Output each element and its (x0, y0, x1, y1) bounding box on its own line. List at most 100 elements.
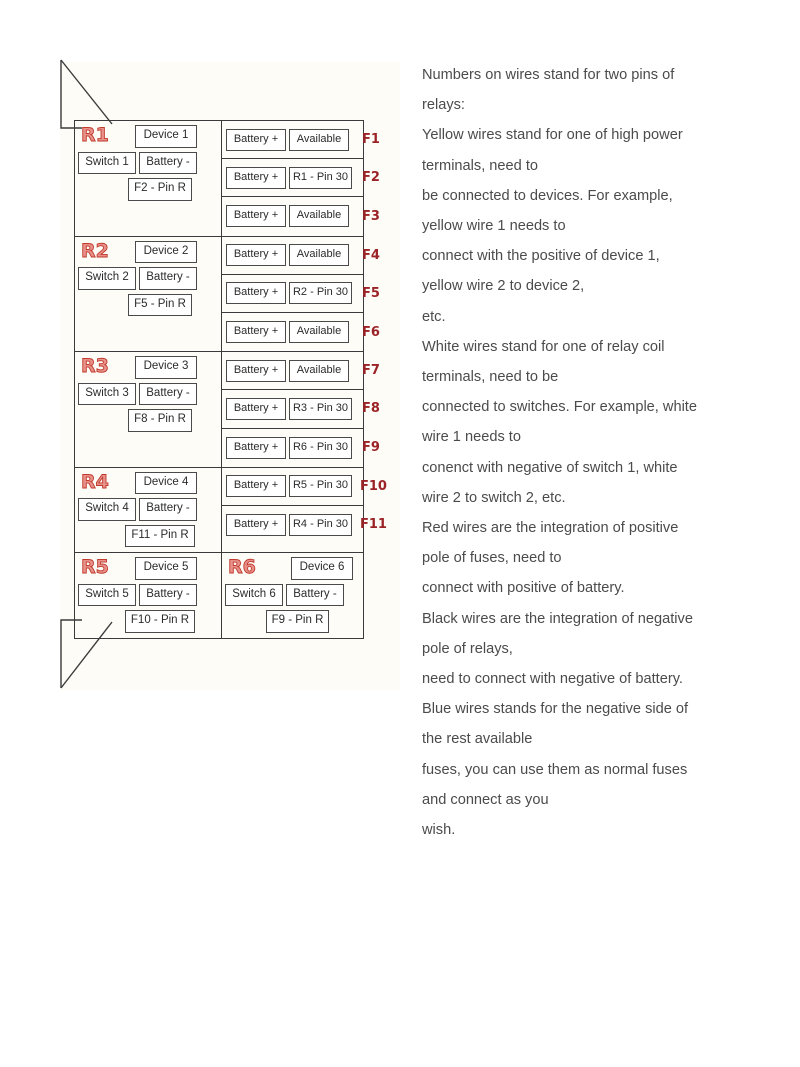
fuse-battery-box: Battery + (225, 166, 286, 189)
note-line: pole of fuses, need to (422, 550, 562, 567)
switch-box: Switch 3 (78, 382, 136, 406)
battery-neg-box: Battery - (139, 498, 197, 521)
fuse-stack-group-1: Battery + Available F1 Battery + R1 - Pi… (221, 121, 380, 236)
fuse-row: Battery + Available F7 (221, 352, 380, 391)
relay-card-r3: R3 Device 3 Switch 3 Battery - F8 - Pin … (75, 352, 222, 467)
relay-tag: R3 (81, 355, 110, 378)
note-line: Yellow wires stand for one of high power (422, 127, 683, 144)
note-line: White wires stand for one of relay coil (422, 338, 665, 355)
fuse-pin-box: F10 - Pin R (124, 610, 196, 633)
fuse-label: F11 (359, 517, 387, 533)
fuse-pin-box: F5 - Pin R (128, 293, 192, 317)
notes-panel: Numbers on wires stand for two pins of r… (422, 60, 762, 845)
fuse-target-box: Available (288, 359, 349, 382)
fuse-battery-box: Battery + (225, 205, 286, 228)
note-line: terminals, need to (422, 157, 539, 174)
fuse-stack-group-4: Battery + R5 - Pin 30 F10 Battery + R4 -… (221, 468, 387, 553)
fuse-target-box: Available (288, 321, 349, 344)
note-line: wish. (422, 822, 456, 839)
fuse-pin-box: F11 - Pin R (125, 524, 195, 548)
fuse-label: F4 (361, 247, 380, 263)
note-line: need to connect with negative of battery… (422, 671, 683, 688)
relay-card-r5: R5 Device 5 Switch 5 Battery - F10 - Pin… (75, 553, 222, 638)
fuse-battery-box: Battery + (225, 475, 286, 498)
switch-box: Switch 6 (224, 583, 283, 607)
fuse-row: Battery + R6 - Pin 30 F9 (222, 429, 380, 467)
fuse-row: Battery + R1 - Pin 30 F2 (221, 159, 380, 198)
relay-card-r4: R4 Device 4 Switch 4 Battery - F11 - Pin… (75, 467, 222, 553)
fuse-battery-box: Battery + (225, 436, 286, 459)
fuse-battery-box: Battery + (225, 359, 286, 382)
fuse-target-box: Available (288, 128, 349, 151)
note-line: and connect as you (422, 791, 549, 808)
relay-tag: R1 (81, 124, 110, 146)
relay-row-split: R5 Device 5 Switch 5 Battery - F10 - Pin… (75, 553, 363, 638)
fuse-label: F8 (361, 401, 380, 417)
note-line: fuses, you can use them as normal fuses (422, 761, 688, 778)
note-line: yellow wire 1 needs to (422, 218, 566, 235)
fuse-row: Battery + R4 - Pin 30 F11 (222, 506, 387, 544)
relay-row: R2 Device 2 Switch 2 Battery - F5 - Pin … (75, 236, 380, 353)
switch-box: Switch 2 (78, 267, 136, 290)
note-line: wire 1 needs to (422, 429, 521, 446)
device-box: Device 4 (134, 471, 197, 495)
fuse-target-box: R6 - Pin 30 (288, 436, 353, 459)
battery-neg-box: Battery - (139, 382, 197, 406)
relay-tag: R5 (81, 556, 110, 579)
fuse-label: F1 (361, 132, 380, 148)
battery-neg-box: Battery - (285, 583, 344, 607)
relay-tag: R6 (227, 556, 257, 579)
relay-card-r1: R1 Device 1 Switch 1 Battery - F2 - Pin … (75, 121, 222, 236)
relay-row: R3 Device 3 Switch 3 Battery - F8 - Pin … (75, 352, 380, 468)
switch-box: Switch 4 (78, 498, 136, 521)
fuse-row: Battery + R5 - Pin 30 F10 (221, 468, 387, 506)
note-line: yellow wire 2 to device 2, (422, 278, 585, 295)
relay-tag: R2 (81, 239, 110, 262)
note-line: connect with the positive of device 1, (422, 248, 660, 265)
fuse-label: F6 (361, 324, 380, 340)
note-line: relays: (422, 97, 465, 114)
note-line: wire 2 to switch 2, etc. (422, 489, 566, 506)
fuse-row: Battery + Available F1 (221, 121, 380, 160)
relay-row: R4 Device 4 Switch 4 Battery - F11 - Pin… (75, 467, 387, 554)
fuse-battery-box: Battery + (225, 244, 286, 267)
fuse-pin-box: F2 - Pin R (128, 178, 192, 201)
device-box: Device 1 (134, 125, 197, 148)
note-line: Numbers on wires stand for two pins of (422, 67, 675, 83)
relay-card-r2: R2 Device 2 Switch 2 Battery - F5 - Pin … (75, 236, 222, 352)
device-box: Device 2 (134, 240, 197, 264)
fuse-stack-group-2: Battery + Available F4 Battery + R2 - Pi… (221, 237, 380, 352)
fuse-target-box: R5 - Pin 30 (288, 475, 353, 498)
fuse-label: F9 (361, 440, 380, 456)
page-root: R1 Device 1 Switch 1 Battery - F2 - Pin … (0, 0, 800, 1067)
fuse-label: F7 (361, 363, 380, 379)
fuse-row: Battery + R3 - Pin 30 F8 (221, 390, 380, 429)
fuse-battery-box: Battery + (225, 397, 286, 420)
fuse-row: Battery + R2 - Pin 30 F5 (221, 275, 380, 313)
fuse-battery-box: Battery + (225, 282, 286, 305)
fuse-label: F2 (361, 170, 380, 186)
fuse-label: F10 (359, 478, 387, 494)
relay-row: R1 Device 1 Switch 1 Battery - F2 - Pin … (75, 121, 380, 237)
fuse-target-box: R4 - Pin 30 (288, 513, 353, 536)
fuse-label: F3 (361, 208, 380, 224)
relay-card-r6: R6 Device 6 Switch 6 Battery - F9 - Pin … (222, 553, 363, 638)
note-line: terminals, need to be (422, 369, 559, 386)
fuse-target-box: Available (288, 244, 349, 267)
fuse-target-box: R3 - Pin 30 (288, 397, 353, 420)
note-line: conenct with negative of switch 1, white (422, 459, 678, 476)
device-box: Device 6 (291, 557, 353, 580)
switch-box: Switch 5 (78, 583, 136, 607)
fuse-target-box: R1 - Pin 30 (288, 166, 353, 189)
relay-fuse-schematic: R1 Device 1 Switch 1 Battery - F2 - Pin … (74, 120, 387, 639)
fuse-battery-box: Battery + (225, 513, 286, 536)
note-line: the rest available (422, 731, 533, 748)
fuse-label: F5 (361, 285, 380, 301)
note-line: connected to switches. For example, whit… (422, 399, 697, 416)
fuse-pin-box: F9 - Pin R (265, 610, 330, 633)
battery-neg-box: Battery - (139, 151, 197, 174)
fuse-battery-box: Battery + (225, 128, 286, 151)
note-line: Red wires are the integration of positiv… (422, 520, 679, 537)
battery-neg-box: Battery - (139, 583, 197, 607)
fuse-row: Battery + Available F3 (222, 197, 380, 235)
